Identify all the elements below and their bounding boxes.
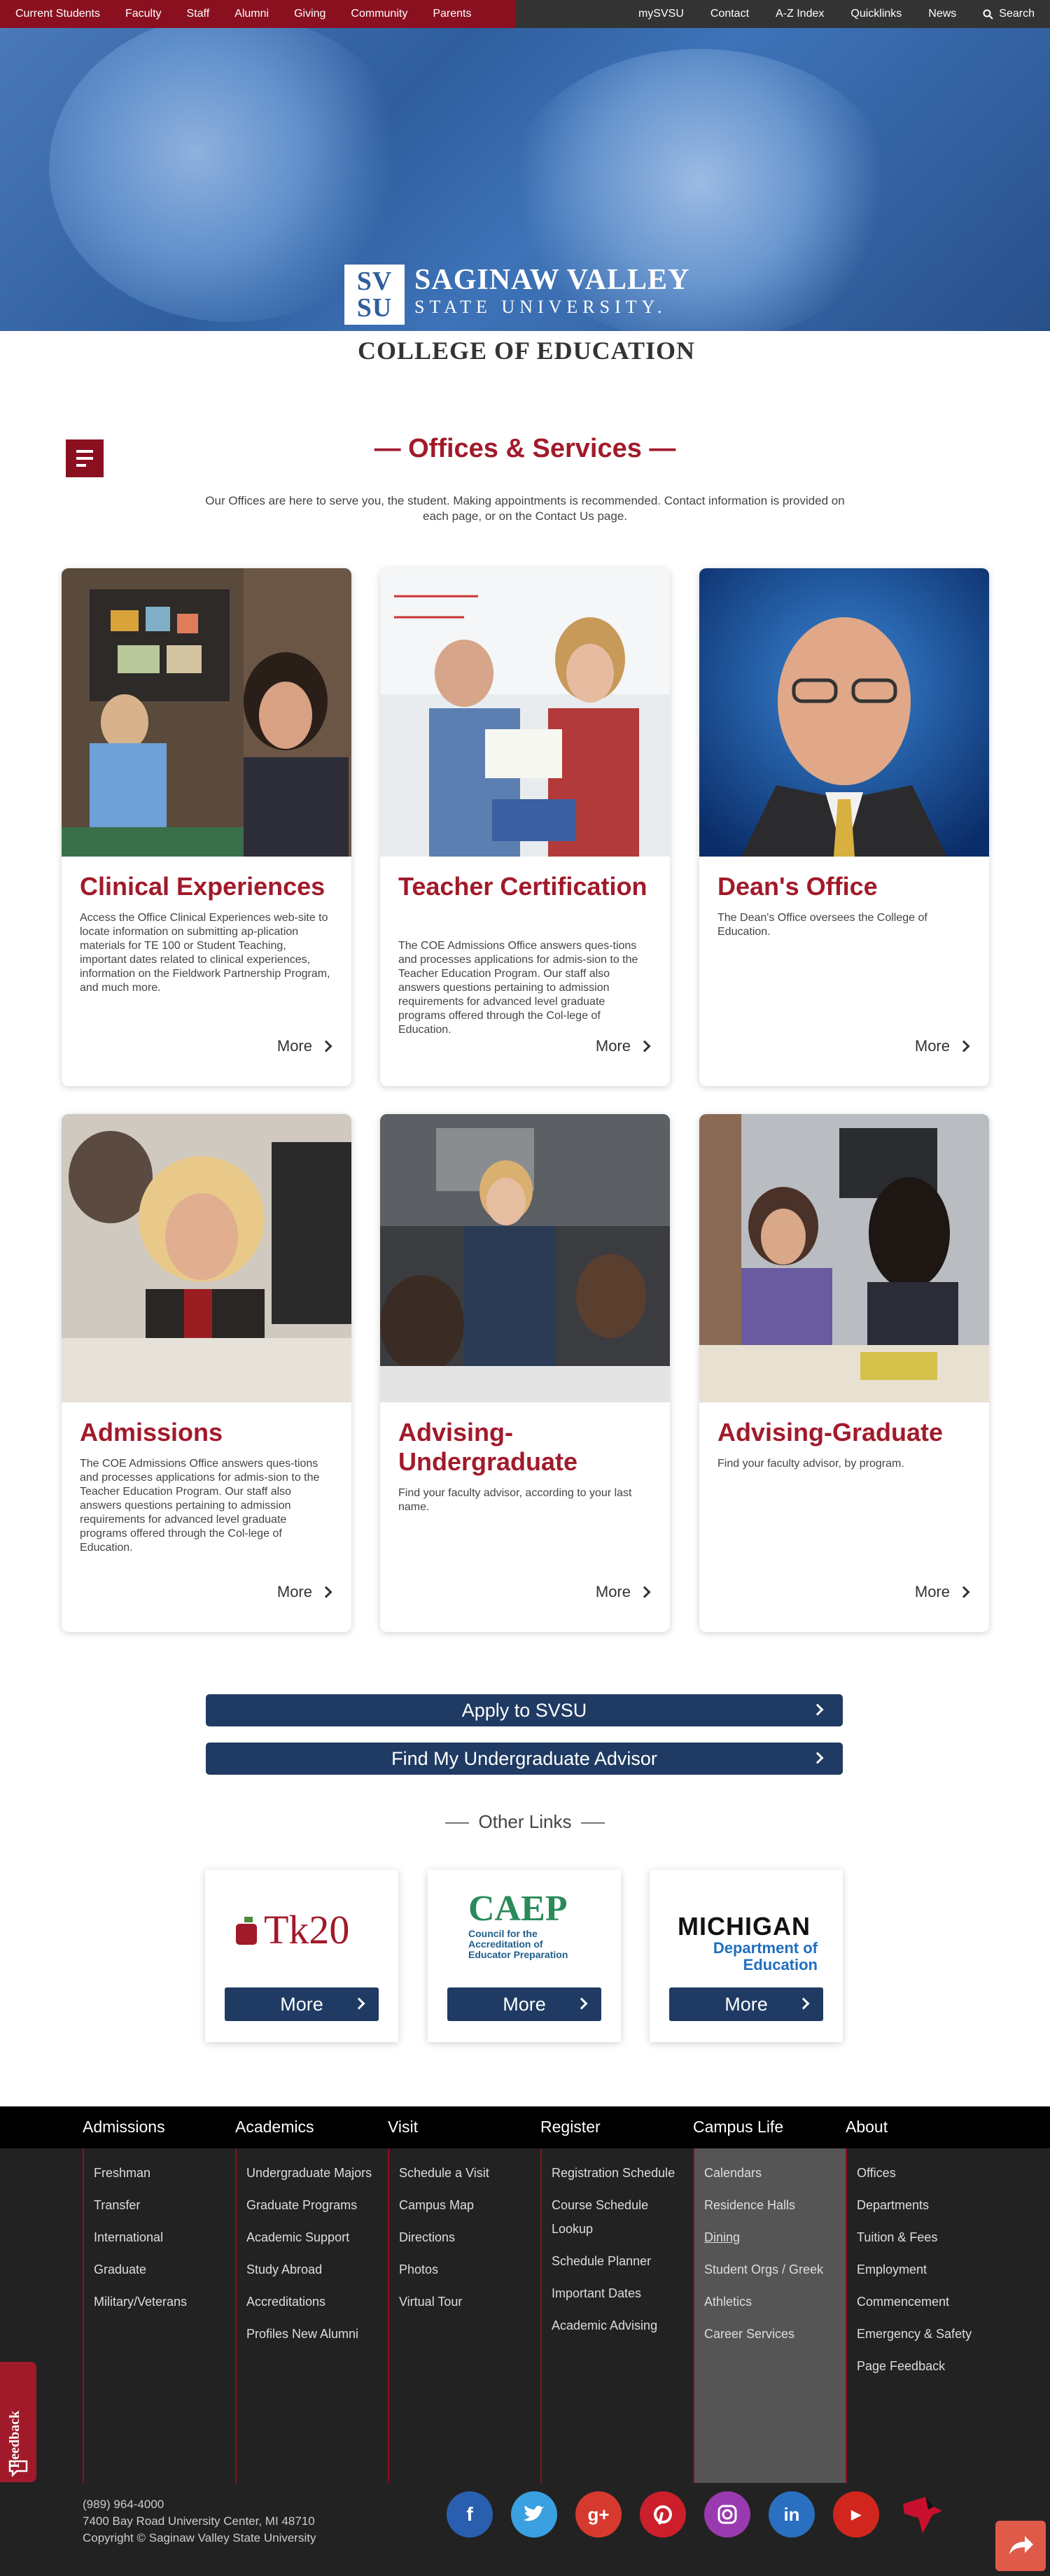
card-text: The COE Admissions Office answers ques-t…: [398, 940, 638, 1036]
menu-icon: [76, 450, 93, 453]
feedback-tab[interactable]: Feedback: [0, 2362, 36, 2482]
audience-nav: Current Students Faculty Staff Alumni Gi…: [0, 0, 515, 28]
apple-icon: [236, 1916, 257, 1945]
other-links-title: Other Links: [385, 1811, 665, 1833]
card-advising-graduate[interactable]: Advising-Graduate Find your faculty advi…: [699, 1114, 989, 1632]
classroom-photo: [62, 568, 351, 857]
lecture-photo: [380, 1114, 670, 1402]
card-text: The COE Admissions Office answers ques-t…: [80, 1458, 320, 1554]
tk20-logo: Tk20: [233, 1906, 349, 1953]
university-logo[interactable]: SV SU SAGINAW VALLEY STATE UNIVERSITY.: [344, 265, 708, 332]
facebook-icon[interactable]: f: [447, 2491, 493, 2538]
card-title: Advising-Graduate: [718, 1418, 944, 1447]
nav-parents[interactable]: Parents: [433, 8, 471, 20]
phone[interactable]: (989) 964-4000: [83, 2496, 316, 2513]
nav-alumni[interactable]: Alumni: [234, 8, 269, 20]
chevron-right-icon: [811, 1752, 824, 1764]
more-link[interactable]: More: [596, 1583, 651, 1601]
more-link[interactable]: More: [915, 1037, 970, 1055]
apply-button[interactable]: Apply to SVSU: [206, 1694, 843, 1726]
chevron-right-icon: [797, 1997, 810, 2010]
card-title: Admissions: [80, 1418, 223, 1447]
instagram-icon[interactable]: [704, 2491, 750, 2538]
chevron-right-icon: [958, 1586, 970, 1598]
chevron-right-icon: [320, 1040, 332, 1053]
youtube-icon[interactable]: ▶: [833, 2491, 879, 2538]
card-text: Find your faculty advisor, according to …: [398, 1487, 632, 1513]
cardinal-icon: [903, 2497, 942, 2533]
advising-photo: [62, 1114, 351, 1402]
college-name: COLLEGE OF EDUCATION: [357, 337, 696, 365]
search-label: Search: [999, 8, 1035, 20]
card-admissions[interactable]: Admissions The COE Admissions Office ans…: [62, 1114, 351, 1632]
nav-news[interactable]: News: [928, 8, 956, 20]
nav-community[interactable]: Community: [351, 8, 407, 20]
find-advisor-button[interactable]: Find My Undergraduate Advisor: [206, 1743, 843, 1775]
chevron-right-icon: [353, 1997, 365, 2010]
utility-nav: mySVSU Contact A-Z Index Quicklinks News…: [630, 0, 1050, 28]
nav-giving[interactable]: Giving: [294, 8, 326, 20]
card-title: Advising-Undergraduate: [398, 1418, 578, 1476]
top-nav: Current Students Faculty Staff Alumni Gi…: [0, 0, 1050, 28]
card-title: Clinical Experiences: [80, 872, 326, 901]
twitter-icon[interactable]: [511, 2491, 557, 2538]
more-button[interactable]: More: [669, 1987, 823, 2021]
more-button[interactable]: More: [225, 1987, 379, 2021]
card-teacher-certification[interactable]: Teacher Certification The COE Admissions…: [380, 568, 670, 1086]
meeting-photo: [699, 1114, 989, 1402]
pinterest-icon[interactable]: [640, 2491, 686, 2538]
more-link[interactable]: More: [277, 1037, 332, 1055]
nav-mysvsu[interactable]: mySVSU: [638, 8, 684, 20]
nav-current-students[interactable]: Current Students: [15, 8, 100, 20]
nav-staff[interactable]: Staff: [187, 8, 210, 20]
more-button[interactable]: More: [447, 1987, 601, 2021]
page-title: — Offices & Services —: [374, 434, 676, 463]
dean-portrait: [699, 568, 989, 857]
card-text: Access the Office Clinical Experiences w…: [80, 912, 330, 994]
card-clinical-experiences[interactable]: Clinical Experiences Access the Office C…: [62, 568, 351, 1086]
nav-contact[interactable]: Contact: [710, 8, 749, 20]
lab-photo: [380, 568, 670, 857]
chevron-right-icon: [638, 1040, 651, 1053]
card-title: Dean's Office: [718, 872, 878, 901]
chevron-right-icon: [958, 1040, 970, 1053]
section-menu-button[interactable]: [66, 439, 104, 477]
more-link[interactable]: More: [277, 1583, 332, 1601]
linkedin-icon[interactable]: in: [769, 2491, 815, 2538]
link-card-tk20[interactable]: Tk20 More: [205, 1870, 398, 2042]
footer-contact: (989) 964-4000 7400 Bay Road University …: [83, 2496, 316, 2547]
card-advising-undergraduate[interactable]: Advising-Undergraduate Find your faculty…: [380, 1114, 670, 1632]
nav-quicklinks[interactable]: Quicklinks: [850, 8, 902, 20]
more-link[interactable]: More: [915, 1583, 970, 1601]
chevron-right-icon: [811, 1703, 824, 1716]
card-text: Find your faculty advisor, by program.: [718, 1458, 904, 1470]
chevron-right-icon: [320, 1586, 332, 1598]
michigan-education-logo: MICHIGAN Department of Education: [678, 1912, 818, 1973]
university-name: SAGINAW VALLEY STATE UNIVERSITY.: [414, 264, 690, 317]
chevron-right-icon: [638, 1586, 651, 1598]
search-button[interactable]: Search: [983, 8, 1035, 20]
chevron-right-icon: [575, 1997, 588, 2010]
google-plus-icon[interactable]: g+: [575, 2491, 622, 2538]
search-icon: [983, 9, 994, 20]
more-link[interactable]: More: [596, 1037, 651, 1055]
address: 7400 Bay Road University Center, MI 4871…: [83, 2514, 315, 2528]
link-card-caep[interactable]: CAEP Council for the Accreditation of Ed…: [428, 1870, 621, 2042]
nav-az-index[interactable]: A-Z Index: [776, 8, 824, 20]
nav-faculty[interactable]: Faculty: [125, 8, 162, 20]
svsu-logo-mark: SV SU: [344, 265, 405, 325]
share-button[interactable]: [995, 2521, 1046, 2571]
card-deans-office[interactable]: Dean's Office The Dean's Office oversees…: [699, 568, 989, 1086]
share-arrow-icon: [1009, 2536, 1033, 2554]
card-text: The Dean's Office oversees the College o…: [718, 912, 927, 938]
link-card-michigan-education[interactable]: MICHIGAN Department of Education More: [650, 1870, 843, 2042]
intro-text: Our Offices are here to serve you, the s…: [205, 494, 845, 523]
copyright: Copyright © Saginaw Valley State Univers…: [83, 2531, 316, 2545]
caep-logo: CAEP Council for the Accreditation of Ed…: [468, 1889, 568, 1960]
card-title: Teacher Certification: [398, 872, 648, 901]
